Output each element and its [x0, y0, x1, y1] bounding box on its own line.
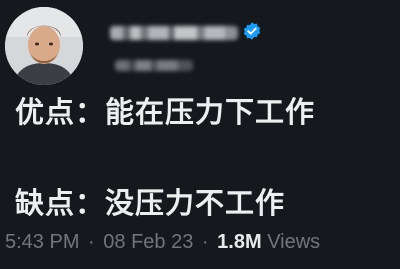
meta-separator: · [88, 231, 95, 253]
profile-photo-icon [5, 7, 83, 85]
views-label: Views [267, 231, 321, 253]
author-handle-obscured[interactable] [115, 60, 193, 71]
post-time[interactable]: 5:43 PM [5, 231, 79, 253]
post-text-line-2: 缺点：没压力不工作 [15, 186, 286, 220]
verified-badge-icon [243, 22, 261, 40]
post-meta: 5:43 PM · 08 Feb 23 · 1.8M Views [5, 231, 320, 253]
views-count: 1.8M [217, 231, 262, 253]
meta-separator: · [201, 231, 209, 253]
post-text-line-1: 优点：能在压力下工作 [15, 95, 316, 129]
author-avatar[interactable] [5, 7, 83, 85]
post-date[interactable]: 08 Feb 23 [103, 231, 193, 253]
post-card: 优点：能在压力下工作 缺点：没压力不工作 5:43 PM · 08 Feb 23… [0, 0, 400, 269]
author-name-obscured[interactable] [110, 26, 238, 40]
